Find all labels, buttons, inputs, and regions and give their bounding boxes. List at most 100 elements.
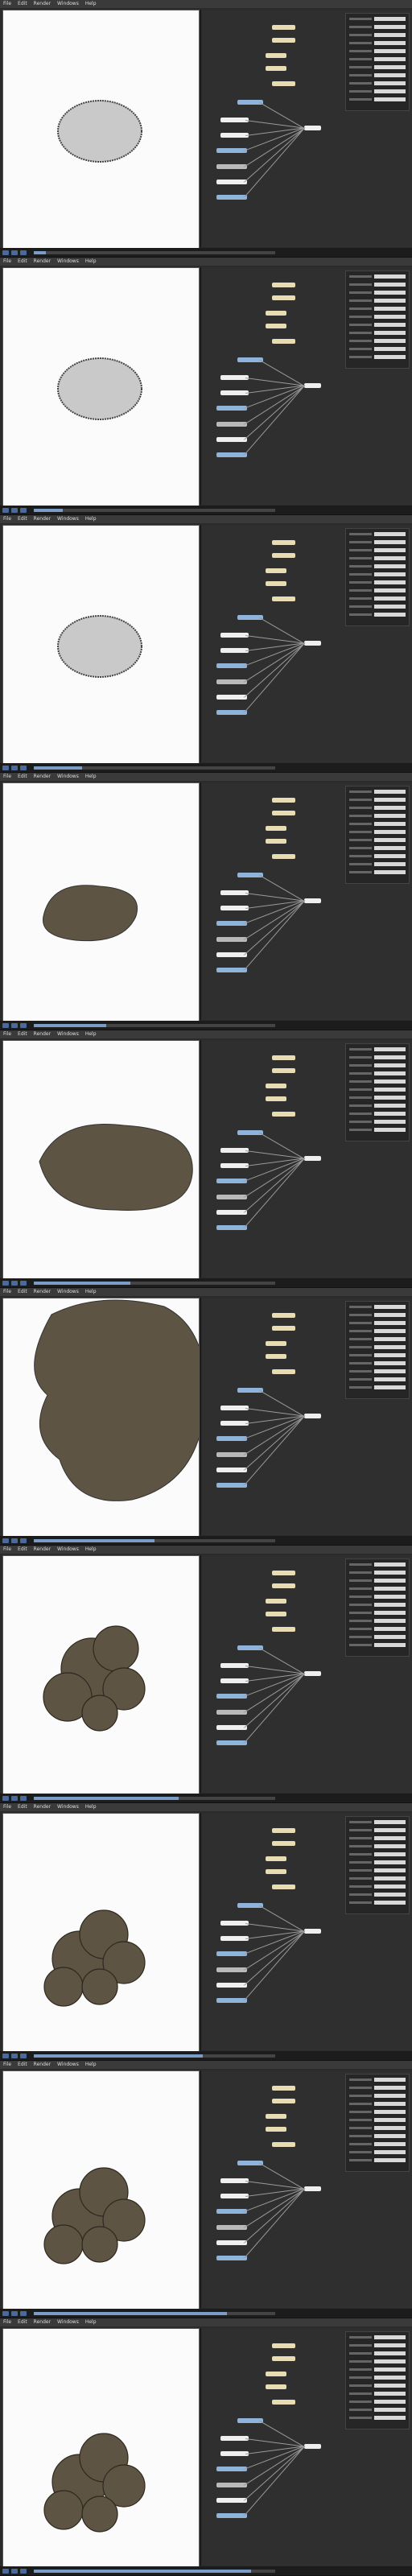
viewport-3d[interactable] bbox=[2, 1298, 200, 1537]
param-field[interactable] bbox=[374, 1120, 406, 1124]
param-field[interactable] bbox=[374, 283, 406, 287]
param-field[interactable] bbox=[374, 2416, 406, 2420]
param-field[interactable] bbox=[374, 838, 406, 842]
graph-node[interactable] bbox=[272, 1885, 296, 1890]
stop-button[interactable] bbox=[20, 2054, 27, 2058]
param-field[interactable] bbox=[374, 806, 406, 810]
graph-node[interactable] bbox=[220, 1406, 249, 1410]
param-field[interactable] bbox=[374, 846, 406, 850]
param-field[interactable] bbox=[374, 2359, 406, 2363]
graph-node[interactable] bbox=[220, 906, 249, 911]
menu-item[interactable]: Edit bbox=[14, 1546, 31, 1552]
play-button[interactable] bbox=[2, 1023, 9, 1028]
graph-node[interactable] bbox=[272, 1067, 296, 1073]
param-field[interactable] bbox=[374, 556, 406, 560]
param-field[interactable] bbox=[374, 1820, 406, 1824]
param-field[interactable] bbox=[374, 1055, 406, 1059]
param-field[interactable] bbox=[374, 1844, 406, 1848]
timeline-scrubber[interactable] bbox=[34, 1282, 275, 1285]
play-button[interactable] bbox=[2, 1796, 9, 1801]
menu-item[interactable]: Edit bbox=[14, 774, 31, 779]
param-field[interactable] bbox=[374, 2384, 406, 2388]
graph-node[interactable] bbox=[216, 2497, 247, 2503]
menu-item[interactable]: Render bbox=[31, 1289, 54, 1294]
param-field[interactable] bbox=[374, 1579, 406, 1583]
stop-button[interactable] bbox=[20, 1538, 27, 1543]
graph-node[interactable] bbox=[216, 195, 247, 200]
menu-item[interactable]: Help bbox=[82, 258, 100, 264]
param-field[interactable] bbox=[374, 790, 406, 794]
graph-node[interactable] bbox=[272, 81, 296, 87]
menu-item[interactable]: Windows bbox=[54, 1031, 82, 1037]
step-button[interactable] bbox=[11, 1796, 18, 1801]
menu-item[interactable]: Windows bbox=[54, 2319, 82, 2325]
timeline-scrubber[interactable] bbox=[34, 1539, 275, 1542]
param-field[interactable] bbox=[374, 49, 406, 53]
graph-node[interactable] bbox=[272, 2343, 296, 2348]
graph-node[interactable] bbox=[220, 2178, 249, 2183]
param-field[interactable] bbox=[374, 1643, 406, 1647]
menu-item[interactable]: Help bbox=[82, 2062, 100, 2067]
param-field[interactable] bbox=[374, 2158, 406, 2162]
graph-node[interactable] bbox=[304, 2186, 321, 2191]
menu-item[interactable]: File bbox=[0, 774, 14, 779]
param-field[interactable] bbox=[374, 548, 406, 552]
param-field[interactable] bbox=[374, 1385, 406, 1389]
param-field[interactable] bbox=[374, 605, 406, 609]
graph-node[interactable] bbox=[216, 1194, 247, 1199]
graph-node[interactable] bbox=[266, 1341, 287, 1346]
graph-node[interactable] bbox=[216, 1724, 247, 1730]
param-field[interactable] bbox=[374, 572, 406, 576]
graph-node[interactable] bbox=[266, 1856, 287, 1861]
viewport-3d[interactable] bbox=[2, 1040, 200, 1279]
menu-item[interactable]: Help bbox=[82, 1546, 100, 1552]
graph-node[interactable] bbox=[304, 1155, 321, 1161]
timeline-scrubber[interactable] bbox=[34, 766, 275, 770]
param-field[interactable] bbox=[374, 1635, 406, 1639]
node-graph-panel[interactable] bbox=[200, 1555, 412, 1793]
menu-item[interactable]: Render bbox=[31, 2319, 54, 2325]
graph-node[interactable] bbox=[220, 1678, 249, 1684]
graph-node[interactable] bbox=[216, 663, 247, 669]
graph-node[interactable] bbox=[266, 2384, 287, 2389]
graph-node[interactable] bbox=[220, 648, 249, 654]
graph-node[interactable] bbox=[272, 2355, 296, 2361]
param-field[interactable] bbox=[374, 2078, 406, 2082]
graph-node[interactable] bbox=[216, 1451, 247, 1457]
graph-node[interactable] bbox=[220, 1921, 249, 1926]
param-field[interactable] bbox=[374, 2126, 406, 2130]
param-field[interactable] bbox=[374, 1337, 406, 1341]
menu-item[interactable]: Windows bbox=[54, 774, 82, 779]
menu-item[interactable]: Render bbox=[31, 774, 54, 779]
stop-button[interactable] bbox=[20, 508, 27, 513]
graph-node[interactable] bbox=[272, 1840, 296, 1846]
param-field[interactable] bbox=[374, 347, 406, 351]
param-field[interactable] bbox=[374, 323, 406, 327]
param-field[interactable] bbox=[374, 307, 406, 311]
graph-node[interactable] bbox=[220, 133, 249, 138]
node-graph-panel[interactable] bbox=[200, 2328, 412, 2566]
graph-node[interactable] bbox=[272, 2400, 296, 2405]
graph-node[interactable] bbox=[216, 148, 247, 154]
graph-node[interactable] bbox=[266, 2372, 287, 2376]
param-field[interactable] bbox=[374, 17, 406, 21]
stop-button[interactable] bbox=[20, 2311, 27, 2316]
param-field[interactable] bbox=[374, 1876, 406, 1880]
graph-node[interactable] bbox=[272, 37, 296, 43]
viewport-3d[interactable] bbox=[2, 525, 200, 764]
param-field[interactable] bbox=[374, 1345, 406, 1349]
param-field[interactable] bbox=[374, 315, 406, 319]
timeline-scrubber[interactable] bbox=[34, 2312, 275, 2315]
step-button[interactable] bbox=[11, 766, 18, 770]
param-field[interactable] bbox=[374, 1611, 406, 1615]
stop-button[interactable] bbox=[20, 2569, 27, 2574]
node-graph-panel[interactable] bbox=[200, 782, 412, 1020]
menu-item[interactable]: Windows bbox=[54, 1289, 82, 1294]
menu-item[interactable]: Edit bbox=[14, 1804, 31, 1810]
menu-item[interactable]: Help bbox=[82, 2319, 100, 2325]
graph-node[interactable] bbox=[266, 1599, 287, 1604]
graph-node[interactable] bbox=[272, 1325, 296, 1331]
menu-item[interactable]: File bbox=[0, 2062, 14, 2067]
param-field[interactable] bbox=[374, 41, 406, 45]
graph-node[interactable] bbox=[266, 66, 287, 71]
